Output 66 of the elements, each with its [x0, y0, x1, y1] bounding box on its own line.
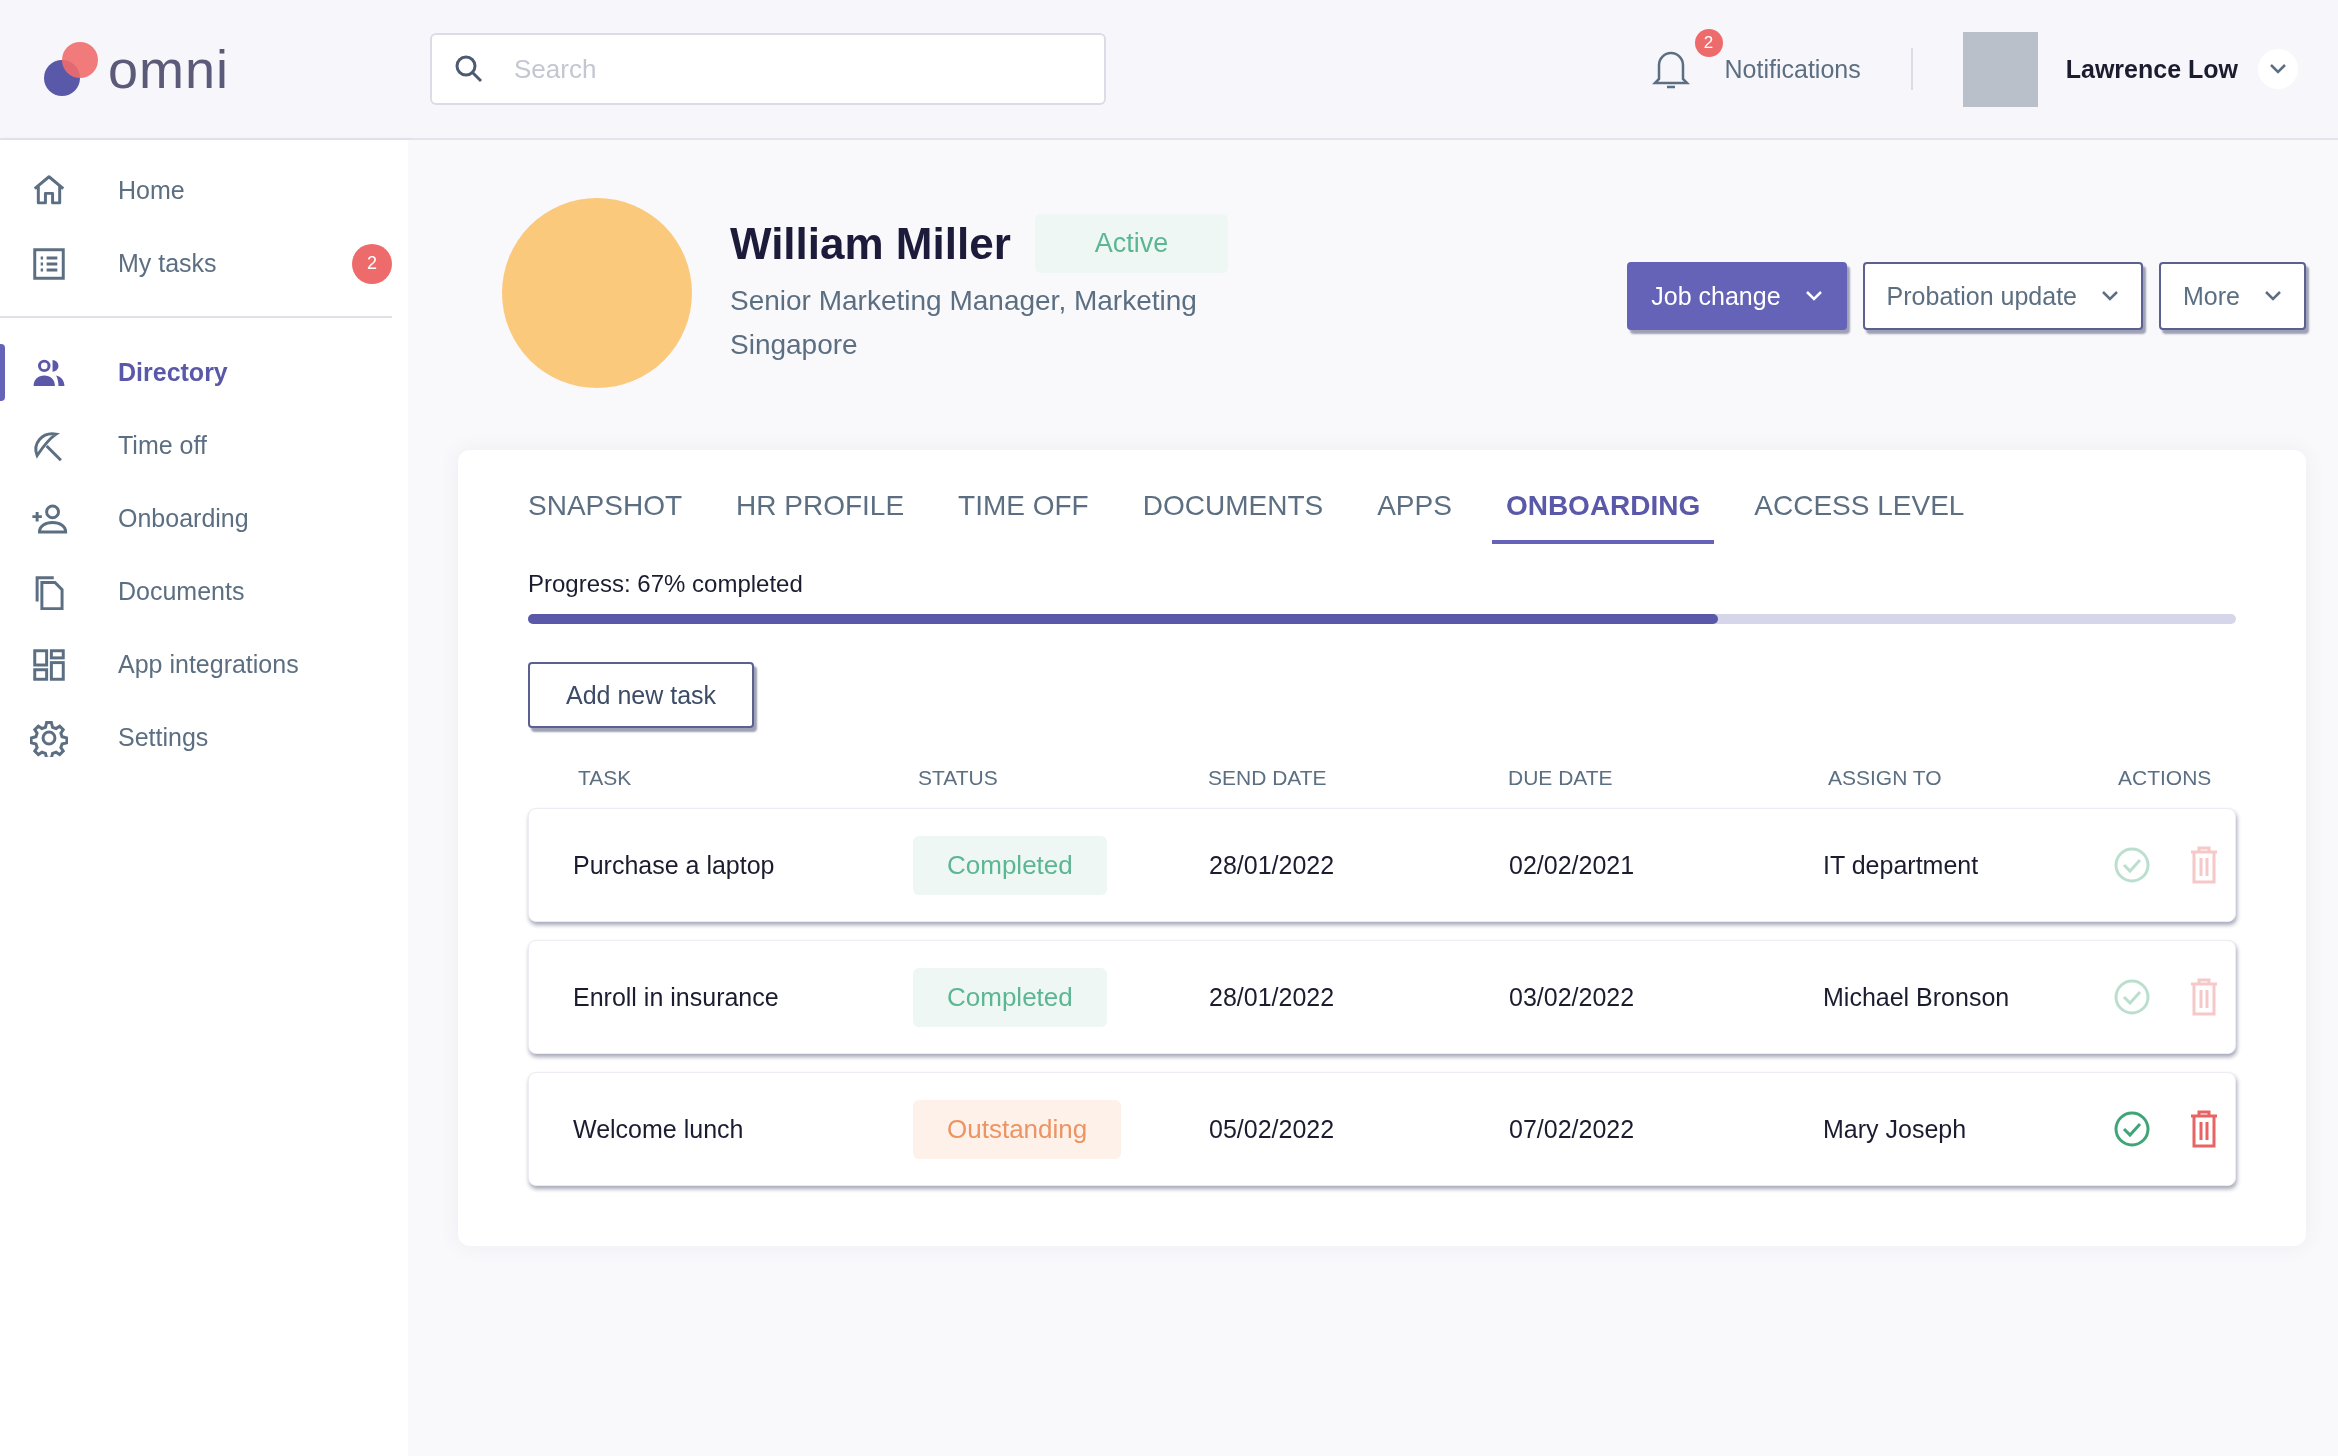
column-header: TASK: [578, 766, 633, 790]
tab[interactable]: ACCESS LEVEL: [1754, 490, 1965, 544]
tab[interactable]: HR PROFILE: [736, 490, 905, 544]
job-title: Senior Marketing Manager, Marketing: [730, 284, 1198, 318]
assignee: Mary Joseph: [1823, 1114, 1968, 1144]
employee-name: William Miller: [730, 218, 1011, 269]
tab[interactable]: ONBOARDING: [1491, 490, 1715, 544]
check-circle-icon: [2113, 846, 2151, 884]
trash-icon: [2189, 846, 2219, 884]
notifications-label[interactable]: Notifications: [1724, 54, 1861, 84]
sidebar-item[interactable]: Settings: [0, 701, 408, 774]
tab[interactable]: DOCUMENTS: [1142, 490, 1324, 544]
add-task-button[interactable]: Add new task: [528, 662, 755, 728]
assignee: Michael Bronson: [1823, 982, 2011, 1012]
column-header: SEND DATE: [1208, 766, 1328, 790]
status-label: Outstanding: [913, 1099, 1122, 1159]
status-label: Completed: [913, 967, 1107, 1027]
task-name: Welcome lunch: [573, 1114, 745, 1144]
sidebar-item[interactable]: Directory: [0, 336, 408, 409]
column-header: ACTIONS: [2118, 766, 2212, 790]
due-date: 02/02/2021: [1508, 850, 1636, 880]
chevron-down-icon: [2264, 290, 2282, 302]
tab[interactable]: APPS: [1377, 490, 1452, 544]
action-dropdown-button[interactable]: Probation update: [1862, 262, 2144, 330]
sidebar-item[interactable]: My tasks 2: [0, 227, 408, 300]
column-header: ASSIGN TO: [1828, 766, 1943, 790]
check-circle-icon: [2113, 978, 2151, 1016]
tab[interactable]: TIME OFF: [958, 490, 1089, 544]
status-label: Completed: [913, 835, 1107, 895]
status-label: Active: [1034, 214, 1229, 273]
complete-button[interactable]: [2113, 1110, 2151, 1148]
sidebar-item[interactable]: Home: [0, 154, 408, 227]
settings-icon: [30, 718, 68, 757]
task-name: Purchase a laptop: [573, 850, 776, 880]
column-header: DUE DATE: [1508, 766, 1614, 790]
search-icon: [454, 54, 484, 84]
task-count: 2: [352, 243, 392, 284]
progress-label: Progress: 67% completed: [528, 570, 804, 598]
sidebar-item[interactable]: App integrations: [0, 628, 408, 701]
chevron-down-icon: [2269, 63, 2287, 75]
assignee: IT department: [1823, 850, 1980, 880]
sidebar-item[interactable]: Documents: [0, 555, 408, 628]
due-date: 03/02/2022: [1508, 982, 1636, 1012]
tab[interactable]: SNAPSHOT: [528, 490, 683, 544]
sidebar-item[interactable]: Onboarding: [0, 482, 408, 555]
search-field[interactable]: Search: [430, 33, 1106, 105]
due-date: 07/02/2022: [1508, 1114, 1636, 1144]
send-date: 28/01/2022: [1208, 850, 1336, 880]
send-date: 05/02/2022: [1208, 1114, 1336, 1144]
action-dropdown-button[interactable]: Job change: [1627, 262, 1847, 330]
logo-text: omni: [108, 38, 230, 100]
column-header: STATUS: [918, 766, 999, 790]
chevron-down-icon: [1804, 290, 1823, 302]
notification-count: 2: [1694, 29, 1723, 57]
action-dropdown-button[interactable]: More: [2159, 262, 2306, 330]
user-name[interactable]: Lawrence Low: [2065, 54, 2238, 84]
user-menu-button[interactable]: [2258, 49, 2298, 89]
trash-icon: [2189, 1110, 2219, 1148]
task-name: Enroll in insurance: [573, 982, 780, 1012]
delete-button[interactable]: [2189, 1110, 2219, 1148]
send-date: 28/01/2022: [1208, 982, 1336, 1012]
chevron-down-icon: [2101, 290, 2120, 302]
sidebar-item[interactable]: Time off: [0, 409, 408, 482]
trash-icon: [2189, 978, 2219, 1016]
location: Singapore: [730, 328, 859, 362]
check-circle-icon: [2113, 1110, 2151, 1148]
